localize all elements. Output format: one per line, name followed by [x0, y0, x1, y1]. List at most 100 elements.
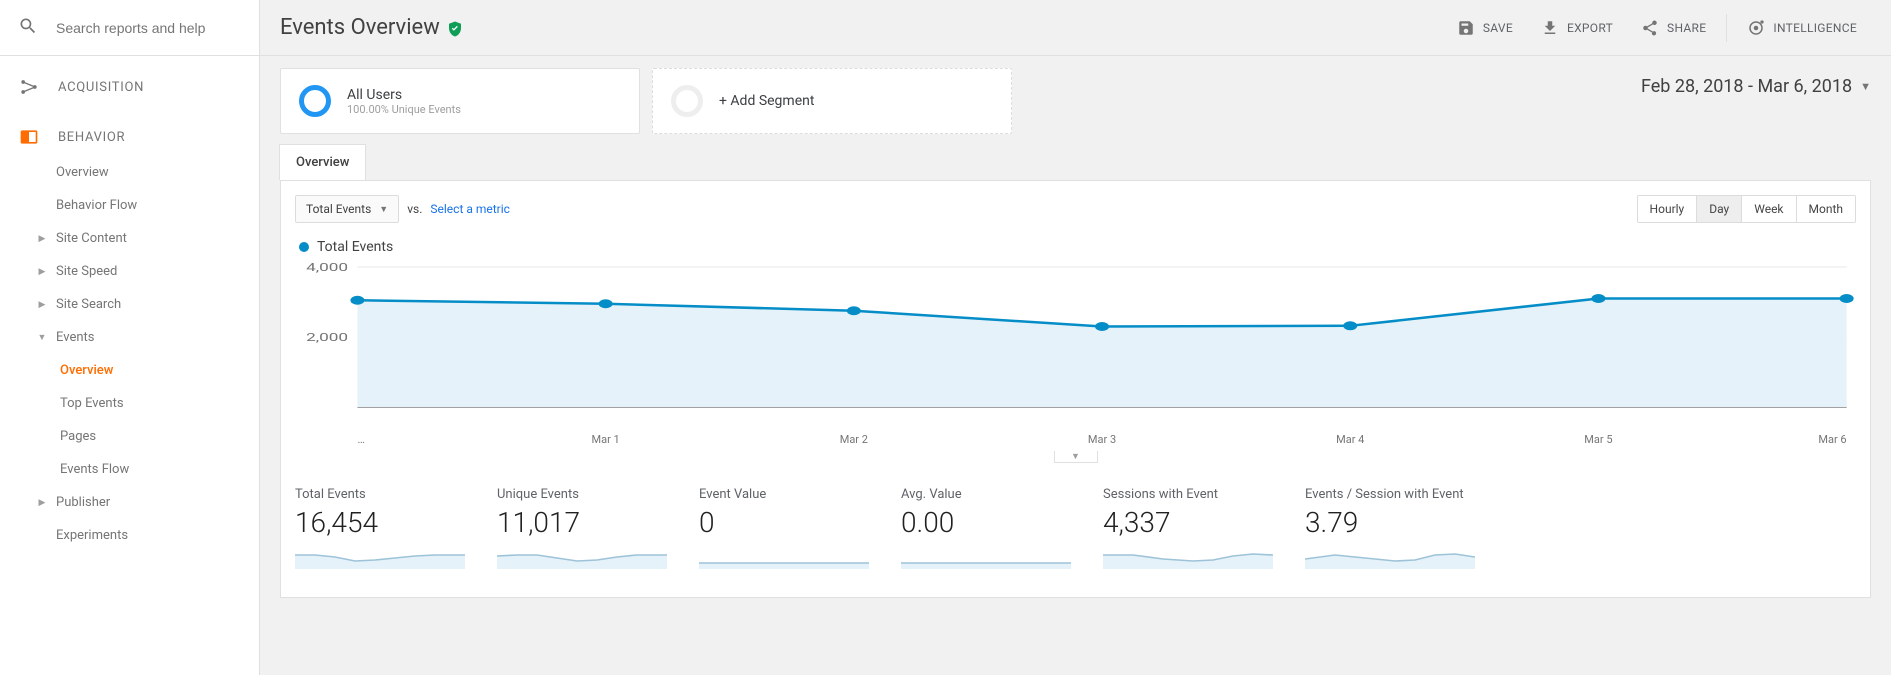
caret-right-icon: ▶ — [34, 498, 50, 508]
x-tick-label: Mar 6 — [1818, 433, 1846, 446]
separator — [1726, 14, 1727, 42]
sidebar: ACQUISITION BEHAVIOR Overview Behavior F… — [0, 0, 260, 675]
chart-x-axis: ▼ …Mar 1Mar 2Mar 3Mar 4Mar 5Mar 6 — [295, 433, 1856, 457]
caret-down-icon: ▼ — [1860, 80, 1871, 93]
segment-circle-icon — [299, 85, 331, 117]
controls-row: Total Events ▼ vs. Select a metric Hourl… — [281, 181, 1870, 231]
sidebar-item-behavior-flow[interactable]: Behavior Flow — [0, 189, 259, 222]
toggle-day[interactable]: Day — [1696, 196, 1741, 222]
sidebar-item-events[interactable]: ▼ Events — [0, 321, 259, 354]
sidebar-item-events-flow[interactable]: Events Flow — [0, 453, 259, 486]
metric-tile[interactable]: Total Events 16,454 — [295, 487, 473, 573]
panel: Total Events ▼ vs. Select a metric Hourl… — [280, 180, 1871, 598]
nav-section-label: ACQUISITION — [58, 80, 144, 95]
metric-select: Total Events ▼ vs. Select a metric — [295, 195, 510, 223]
sparkline — [1103, 543, 1273, 569]
tile-value: 3.79 — [1305, 506, 1483, 539]
sidebar-item-events-overview[interactable]: Overview — [0, 354, 259, 387]
drag-handle[interactable]: ▼ — [1054, 451, 1098, 463]
sidebar-item-event-pages[interactable]: Pages — [0, 420, 259, 453]
x-tick-label: Mar 5 — [1584, 433, 1612, 446]
time-granularity-toggle: Hourly Day Week Month — [1637, 195, 1856, 223]
nav-section-behavior[interactable]: BEHAVIOR — [0, 106, 259, 156]
tile-value: 11,017 — [497, 506, 675, 539]
tile-label: Event Value — [699, 487, 877, 502]
segment-circle-icon — [671, 85, 703, 117]
date-range-picker[interactable]: Feb 28, 2018 - Mar 6, 2018 ▼ — [1641, 68, 1871, 105]
export-button[interactable]: EXPORT — [1527, 0, 1627, 56]
save-button[interactable]: SAVE — [1443, 0, 1527, 56]
metric-tiles: Total Events 16,454 Unique Events 11,017… — [281, 467, 1870, 597]
add-segment[interactable]: + Add Segment — [652, 68, 1012, 134]
caret-down-icon: ▼ — [34, 332, 50, 343]
page-title: Events Overview — [280, 15, 464, 40]
nav-section-acquisition[interactable]: ACQUISITION — [0, 56, 259, 106]
sparkline — [699, 543, 869, 569]
sparkline — [295, 543, 465, 569]
x-tick-label: Mar 2 — [840, 433, 868, 446]
search-input[interactable] — [56, 20, 241, 36]
verified-shield-icon — [446, 19, 464, 37]
caret-right-icon: ▶ — [34, 267, 50, 277]
x-tick-label: Mar 4 — [1336, 433, 1364, 446]
series-dot-icon — [299, 242, 309, 252]
metric-tile[interactable]: Sessions with Event 4,337 — [1103, 487, 1281, 573]
metric-tile[interactable]: Event Value 0 — [699, 487, 877, 573]
sparkline — [497, 543, 667, 569]
metric1-dropdown[interactable]: Total Events ▼ — [295, 195, 399, 223]
tile-value: 4,337 — [1103, 506, 1281, 539]
tab-strip: Overview — [280, 144, 1871, 180]
toggle-week[interactable]: Week — [1741, 196, 1795, 222]
content: All Users 100.00% Unique Events + Add Se… — [260, 56, 1891, 675]
tile-value: 16,454 — [295, 506, 473, 539]
intelligence-button[interactable]: INTELLIGENCE — [1733, 0, 1871, 56]
add-segment-label: + Add Segment — [719, 93, 814, 109]
sidebar-item-site-search[interactable]: ▶ Site Search — [0, 288, 259, 321]
tile-label: Avg. Value — [901, 487, 1079, 502]
acquisition-icon — [18, 76, 40, 98]
vs-label: vs. — [407, 202, 422, 216]
x-tick-label: Mar 1 — [592, 433, 620, 446]
line-chart: 2,000 4,000 — [295, 263, 1856, 433]
topbar-actions: SAVE EXPORT SHARE INTELLIGENCE — [1443, 0, 1871, 56]
chart-title: Total Events — [317, 239, 393, 255]
behavior-icon — [18, 126, 40, 148]
chart-legend: Total Events — [299, 239, 1856, 255]
toggle-hourly[interactable]: Hourly — [1638, 196, 1697, 222]
tile-label: Unique Events — [497, 487, 675, 502]
metric-tile[interactable]: Unique Events 11,017 — [497, 487, 675, 573]
tile-label: Events / Session with Event — [1305, 487, 1483, 502]
segment-subtitle: 100.00% Unique Events — [347, 103, 461, 116]
search-row — [0, 0, 259, 56]
tile-value: 0.00 — [901, 506, 1079, 539]
segments-row: All Users 100.00% Unique Events + Add Se… — [280, 68, 1871, 134]
tab-overview[interactable]: Overview — [279, 144, 366, 180]
sparkline — [1305, 543, 1475, 569]
tile-label: Total Events — [295, 487, 473, 502]
sidebar-item-site-speed[interactable]: ▶ Site Speed — [0, 255, 259, 288]
share-button[interactable]: SHARE — [1627, 0, 1720, 56]
sidebar-item-publisher[interactable]: ▶ Publisher — [0, 486, 259, 519]
x-tick-label: … — [357, 433, 364, 446]
topbar: Events Overview SAVE EXPORT SHARE INTELL… — [260, 0, 1891, 56]
svg-text:2,000: 2,000 — [306, 331, 348, 344]
segment-all-users[interactable]: All Users 100.00% Unique Events — [280, 68, 640, 134]
metric-tile[interactable]: Events / Session with Event 3.79 — [1305, 487, 1483, 573]
main: Events Overview SAVE EXPORT SHARE INTELL… — [260, 0, 1891, 675]
chart-wrap: Total Events 2,000 4,000 — [281, 231, 1870, 433]
caret-right-icon: ▶ — [34, 234, 50, 244]
segment-title: All Users — [347, 87, 461, 103]
sidebar-item-site-content[interactable]: ▶ Site Content — [0, 222, 259, 255]
sidebar-item-top-events[interactable]: Top Events — [0, 387, 259, 420]
svg-text:4,000: 4,000 — [306, 263, 348, 274]
tile-value: 0 — [699, 506, 877, 539]
metric-tile[interactable]: Avg. Value 0.00 — [901, 487, 1079, 573]
sidebar-item-overview[interactable]: Overview — [0, 156, 259, 189]
nav-section-label: BEHAVIOR — [58, 130, 125, 145]
toggle-month[interactable]: Month — [1796, 196, 1855, 222]
sidebar-item-experiments[interactable]: Experiments — [0, 519, 259, 552]
select-metric-link[interactable]: Select a metric — [430, 202, 510, 216]
x-tick-label: Mar 3 — [1088, 433, 1116, 446]
search-icon — [18, 16, 56, 40]
caret-right-icon: ▶ — [34, 300, 50, 310]
